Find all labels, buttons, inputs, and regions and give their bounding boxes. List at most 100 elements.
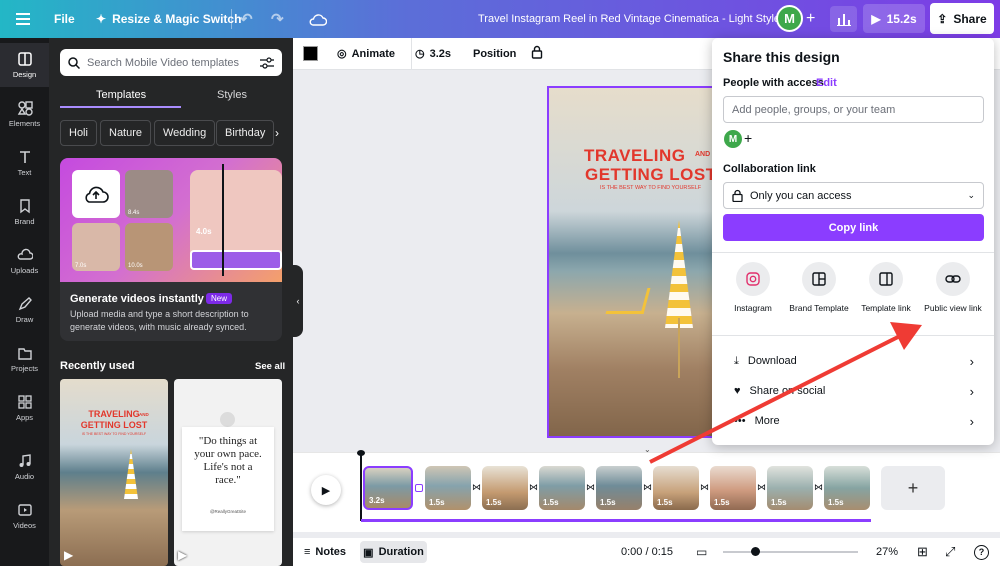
- undo-icon[interactable]: ↶: [240, 10, 253, 28]
- timeline-clip[interactable]: 1.5s: [482, 466, 528, 510]
- position-button[interactable]: Position: [473, 48, 516, 60]
- menu-icon[interactable]: [16, 13, 30, 25]
- redo-icon[interactable]: ↷: [271, 10, 284, 28]
- search-input[interactable]: Search Mobile Video templates: [87, 57, 239, 69]
- recent-template-travel[interactable]: TRAVELING GETTING LOST IS THE BEST WAY T…: [60, 379, 168, 566]
- duration-button[interactable]: ◷ 3.2s: [415, 47, 451, 61]
- play-button[interactable]: ▶: [311, 475, 341, 505]
- rail-design[interactable]: Design: [0, 43, 49, 87]
- design-title[interactable]: Travel Instagram Reel in Red Vintage Cin…: [478, 13, 780, 25]
- active-tab-indicator: [60, 106, 181, 108]
- share-social-row[interactable]: ♥ Share on social ›: [734, 380, 974, 402]
- timeline-clip[interactable]: 1.5s: [425, 466, 471, 510]
- edit-access-link[interactable]: Edit: [816, 77, 837, 89]
- share-option-public-view-link[interactable]: Public view link: [918, 262, 988, 313]
- chip-nature[interactable]: Nature: [100, 120, 152, 146]
- avatar[interactable]: M: [776, 5, 803, 32]
- transition-icon[interactable]: ⋈: [700, 482, 709, 493]
- access-dropdown[interactable]: Only you can access ⌄: [723, 182, 984, 209]
- add-page-button[interactable]: +: [881, 466, 945, 510]
- generate-video-card[interactable]: 8.4s 7.0s 10.0s 4.0s Generate videos ins…: [60, 158, 282, 341]
- transition-icon[interactable]: [415, 484, 423, 492]
- add-people-input[interactable]: Add people, groups, or your team: [723, 96, 984, 123]
- timeline-clip[interactable]: 1.5s: [596, 466, 642, 510]
- add-person-icon[interactable]: +: [744, 130, 752, 146]
- filter-icon[interactable]: [260, 56, 274, 69]
- transition-icon[interactable]: ⋈: [814, 482, 823, 493]
- timeline-clip[interactable]: 1.5s: [767, 466, 813, 510]
- share-label: Share: [953, 11, 987, 26]
- chevron-right-icon[interactable]: ›: [275, 126, 279, 140]
- thumb-line1: TRAVELING: [88, 409, 140, 419]
- color-swatch[interactable]: [303, 46, 318, 61]
- download-row[interactable]: ⤓ Download ›: [734, 350, 974, 372]
- transition-icon[interactable]: ⋈: [586, 482, 595, 493]
- row-label: Download: [747, 355, 797, 367]
- zoom-slider-thumb[interactable]: [751, 547, 760, 556]
- chip-birthday[interactable]: Birthday: [216, 120, 275, 146]
- analytics-icon[interactable]: [830, 6, 857, 32]
- rail-brand[interactable]: Brand: [0, 190, 49, 234]
- rail-elements[interactable]: Elements: [0, 92, 49, 136]
- share-option-brand-template[interactable]: Brand Template: [784, 262, 854, 313]
- help-icon[interactable]: ?: [974, 544, 989, 560]
- design-canvas[interactable]: TRAVELING GETTING LOST AND IS THE BEST W…: [547, 86, 719, 438]
- notes-button[interactable]: ≡ Notes: [304, 546, 346, 558]
- collapse-panel-handle[interactable]: ‹: [293, 265, 303, 337]
- share-option-instagram[interactable]: Instagram: [718, 262, 788, 313]
- present-button[interactable]: ▶ 15.2s: [863, 4, 925, 33]
- more-row[interactable]: ••• More ›: [734, 410, 974, 432]
- lock-icon: [732, 189, 743, 202]
- search-bar[interactable]: Search Mobile Video templates: [60, 49, 282, 76]
- share-option-template-link[interactable]: Template link: [851, 262, 921, 313]
- rail-apps[interactable]: Apps: [0, 386, 49, 430]
- grid-view-icon[interactable]: ⊞: [917, 544, 928, 560]
- animate-button[interactable]: ◎ Animate: [337, 47, 395, 61]
- transition-icon[interactable]: ⋈: [643, 482, 652, 493]
- brand-icon: [19, 199, 30, 214]
- rail-audio[interactable]: Audio: [0, 445, 49, 489]
- sparkle-icon: ✦: [96, 12, 107, 26]
- rail-text[interactable]: Text: [0, 141, 49, 185]
- copy-link-button[interactable]: Copy link: [723, 214, 984, 241]
- rail-videos[interactable]: Videos: [0, 494, 49, 538]
- timeline-clip[interactable]: 1.5s: [539, 466, 585, 510]
- rail-draw[interactable]: Draw: [0, 288, 49, 332]
- cloud-icon[interactable]: [309, 13, 327, 26]
- clip-duration: 1.5s: [429, 498, 445, 507]
- resize-button[interactable]: ✦ Resize & Magic Switch: [96, 12, 241, 26]
- transition-icon[interactable]: ⋈: [529, 482, 538, 493]
- play-icon[interactable]: ▶: [178, 548, 187, 562]
- add-collaborator-icon[interactable]: +: [806, 10, 815, 28]
- timeline-clip[interactable]: 1.5s: [710, 466, 756, 510]
- zoom-level[interactable]: 27%: [876, 546, 898, 558]
- zoom-slider[interactable]: [723, 551, 858, 553]
- playhead[interactable]: [360, 451, 362, 521]
- audio-track[interactable]: [361, 519, 871, 522]
- collaborator-avatar[interactable]: M: [724, 130, 742, 148]
- play-icon[interactable]: ▶: [64, 548, 73, 562]
- recent-template-quote[interactable]: "Do things at your own pace. Life's not …: [174, 379, 282, 566]
- tab-templates[interactable]: Templates: [96, 89, 146, 101]
- playhead-handle[interactable]: [357, 450, 365, 456]
- timeline-clip[interactable]: 1.5s: [824, 466, 870, 510]
- dog-photo: 8.4s: [125, 170, 173, 218]
- transition-icon[interactable]: ⋈: [757, 482, 766, 493]
- share-button[interactable]: ⇪ Share: [930, 3, 994, 34]
- file-menu[interactable]: File: [54, 12, 75, 26]
- timeline-clip[interactable]: 1.5s: [653, 466, 699, 510]
- transition-icon[interactable]: ⋈: [472, 482, 481, 493]
- duration-button[interactable]: ▣ Duration: [360, 541, 427, 563]
- fullscreen-icon[interactable]: ⤢: [945, 544, 955, 560]
- page-view-icon[interactable]: ▭: [696, 545, 707, 559]
- download-icon: ⤓: [734, 354, 739, 367]
- see-all-link[interactable]: See all: [255, 361, 285, 372]
- option-label: Instagram: [734, 303, 772, 313]
- chip-wedding[interactable]: Wedding: [154, 120, 216, 146]
- timeline-clip[interactable]: 3.2s: [363, 466, 413, 510]
- lock-icon[interactable]: [531, 45, 543, 62]
- rail-projects[interactable]: Projects: [0, 337, 49, 381]
- rail-uploads[interactable]: Uploads: [0, 239, 49, 283]
- chip-holi[interactable]: Holi: [60, 120, 97, 146]
- tab-styles[interactable]: Styles: [217, 89, 247, 101]
